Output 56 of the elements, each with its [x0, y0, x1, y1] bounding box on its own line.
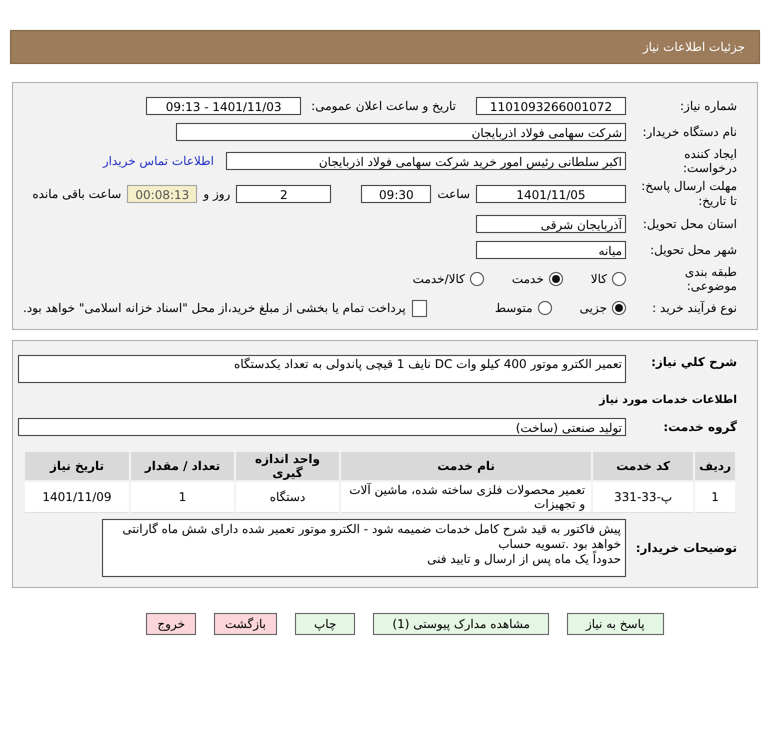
buyer-contact-link[interactable]: اطلاعات تماس خریدار	[102, 154, 214, 168]
announce-date-field: 1401/11/03 - 09:13	[146, 97, 302, 115]
column-header: کد خدمت	[593, 452, 694, 480]
field-label: نوع فرآیند خرید :	[651, 301, 737, 315]
field-label: استان محل تحویل:	[642, 217, 737, 231]
field-label: توضیحات خریدار:	[634, 541, 737, 555]
province-field: آذربایجان شرقی	[476, 215, 626, 233]
remaining-label: ساعت باقی مانده	[32, 187, 122, 201]
city-field: میانه	[476, 241, 626, 259]
table-cell: پ-33-331	[593, 482, 694, 513]
time-label: ساعت	[437, 187, 470, 201]
field-label: طبقه بندی موضوعی:	[684, 265, 737, 293]
table-cell: دستگاه	[236, 482, 339, 513]
field-label: شهر محل تحویل:	[649, 243, 737, 257]
action-button[interactable]: چاپ	[295, 613, 356, 635]
category-radio[interactable]: خدمت	[512, 272, 563, 286]
table-cell: 1	[131, 482, 234, 513]
service-group-field: تولید صنعتی (ساخت)	[18, 418, 626, 436]
column-header: واحد اندازه گیری	[236, 452, 339, 480]
purchase-type-radio[interactable]: جزیی	[580, 301, 626, 315]
deadline-time-field: 09:30	[361, 185, 432, 203]
field-label: گروه خدمت:	[662, 420, 737, 434]
note-line: پیش فاکتور به قید شرح کامل خدمات ضمیمه شود - الکترو موتور تعمیر شده دارای شش ماه گارانتی خواهد بود .تسویه حساب	[121, 522, 621, 551]
table-cell: 1	[695, 482, 735, 513]
action-button[interactable]: بازگشت	[214, 613, 277, 635]
payment-checkbox[interactable]	[412, 300, 427, 316]
purchase-type-radio[interactable]: متوسط	[494, 301, 552, 315]
field-label: شرح کلي نياز:	[650, 355, 737, 369]
days-field: 2	[236, 185, 332, 203]
deadline-date-field: 1401/11/05	[476, 185, 626, 203]
page-title: جزئیات اطلاعات نیاز	[642, 40, 745, 54]
buyer-org-field: شرکت سهامی فولاد اذربایجان	[176, 123, 626, 141]
days-label: روز و	[203, 187, 230, 201]
category-radio[interactable]: کالا	[590, 272, 626, 286]
table-cell: تعمیر محصولات فلزی ساخته شده، ماشین آلات و تجهیزات	[341, 482, 592, 513]
column-header: نام خدمت	[341, 452, 592, 480]
remaining-time-field: 00:08:13	[127, 185, 198, 203]
action-button[interactable]: پاسخ به نیاز	[566, 613, 664, 635]
column-header: تاریخ نیاز	[25, 452, 129, 480]
field-label: شماره نیاز:	[679, 99, 737, 113]
need-number-field: 1101093266001072	[476, 97, 626, 115]
column-header: ردیف	[695, 452, 735, 480]
note-line: حدوداً یک ماه پس از ارسال و تایید فنی	[426, 552, 621, 567]
category-radio[interactable]: کالا/خدمت	[412, 272, 484, 286]
description-field: تعمیر الکترو موتور 400 کیلو وات DC نایف 1 قیچی پاندولی به تعداد یکدستگاه	[18, 355, 626, 383]
field-label: ایجاد کننده درخواست:	[682, 147, 737, 175]
field-label: تاریخ و ساعت اعلان عمومی:	[311, 99, 456, 113]
action-button[interactable]: مشاهده مدارک پیوستی (1)	[373, 613, 549, 635]
column-header: تعداد / مقدار	[131, 452, 234, 480]
requester-field: اکبر سلطانی رئیس امور خرید شرکت سهامی فولاد اذربایجان	[226, 152, 626, 170]
field-label: مهلت ارسال پاسخ: تا تاریخ:	[640, 179, 737, 209]
table-cell: 1401/11/09	[25, 482, 129, 513]
section-title: اطلاعات خدمات مورد نیاز	[599, 393, 737, 406]
field-label: نام دستگاه خریدار:	[642, 125, 737, 139]
payment-label: پرداخت تمام یا بخشی از مبلغ خرید،از محل "اسناد خزانه اسلامی" خواهد بود.	[23, 301, 406, 315]
action-button[interactable]: خروج	[146, 613, 196, 635]
